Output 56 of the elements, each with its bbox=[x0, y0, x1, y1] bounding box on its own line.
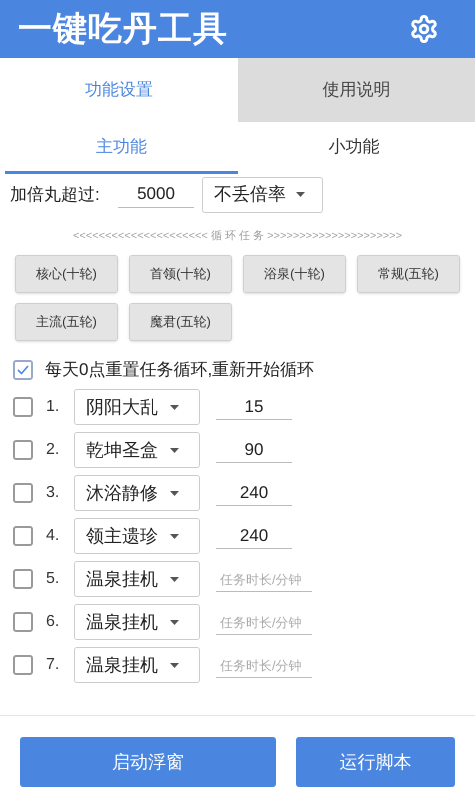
duration-field[interactable]: 240 bbox=[216, 480, 292, 506]
sub-tab[interactable]: 主功能 bbox=[5, 122, 238, 174]
task-number: 5. bbox=[46, 569, 60, 589]
threshold-field[interactable]: 5000 bbox=[118, 181, 194, 208]
action-button[interactable]: 运行脚本 bbox=[296, 737, 455, 787]
checkbox[interactable] bbox=[13, 612, 33, 632]
checkbox[interactable] bbox=[13, 655, 33, 675]
task-dropdown[interactable]: 乾坤圣盒 bbox=[74, 432, 200, 468]
task-number: 6. bbox=[46, 612, 60, 632]
task-dropdown[interactable]: 温泉挂机 bbox=[74, 604, 200, 640]
app-title: 一键吃丹工具 bbox=[18, 8, 228, 50]
check-icon bbox=[16, 363, 30, 377]
caret-icon bbox=[170, 576, 179, 582]
caret-icon bbox=[170, 448, 179, 452]
task-dropdown[interactable]: 领主遗珍 bbox=[74, 518, 200, 554]
settings-icon[interactable] bbox=[409, 14, 439, 44]
caret-icon bbox=[170, 620, 179, 624]
section-divider: <<<<<<<<<<<<<<<<<<<<< 循 环 任 务 >>>>>>>>>>>>>>>>>>>>> bbox=[72, 229, 404, 244]
tab[interactable]: 使用说明 bbox=[238, 58, 475, 122]
preset-button[interactable]: 魔君(五轮) bbox=[129, 303, 232, 341]
duration-field[interactable]: 任务时长/分钟 bbox=[216, 652, 312, 678]
reset-label: 每天0点重置任务循环,重新开始循环 bbox=[45, 359, 314, 382]
task-dropdown[interactable]: 阴阳大乱 bbox=[74, 389, 200, 425]
caret-icon bbox=[170, 662, 179, 668]
duration-field[interactable]: 任务时长/分钟 bbox=[216, 608, 312, 636]
checkbox[interactable] bbox=[13, 360, 33, 380]
checkbox[interactable] bbox=[13, 483, 33, 503]
caret-icon bbox=[170, 404, 179, 410]
duration-field[interactable]: 15 bbox=[216, 394, 292, 420]
preset-button[interactable]: 首领(十轮) bbox=[129, 255, 232, 293]
task-number: 1. bbox=[46, 397, 60, 417]
task-number: 2. bbox=[46, 440, 60, 460]
rate-dropdown[interactable]: 不丢倍率 bbox=[202, 176, 323, 212]
task-dropdown[interactable]: 沐浴静修 bbox=[74, 475, 200, 511]
caret-icon bbox=[170, 490, 179, 496]
task-dropdown[interactable]: 温泉挂机 bbox=[74, 561, 200, 597]
caret-icon bbox=[296, 192, 305, 197]
preset-button[interactable]: 浴泉(十轮) bbox=[243, 255, 346, 293]
preset-button[interactable]: 核心(十轮) bbox=[15, 255, 118, 293]
field-label: 加倍丸超过: bbox=[10, 184, 101, 206]
checkbox[interactable] bbox=[13, 397, 33, 417]
task-number: 7. bbox=[46, 655, 60, 675]
duration-field[interactable]: 任务时长/分钟 bbox=[216, 566, 312, 592]
action-button[interactable]: 启动浮窗 bbox=[20, 737, 276, 787]
preset-button[interactable]: 主流(五轮) bbox=[15, 303, 118, 341]
duration-field[interactable]: 240 bbox=[216, 522, 292, 550]
task-number: 4. bbox=[46, 526, 60, 546]
preset-button[interactable]: 常规(五轮) bbox=[357, 255, 460, 293]
sub-tab[interactable]: 小功能 bbox=[238, 122, 470, 174]
task-dropdown[interactable]: 温泉挂机 bbox=[74, 647, 200, 683]
checkbox[interactable] bbox=[13, 440, 33, 460]
caret-icon bbox=[170, 534, 179, 538]
task-number: 3. bbox=[46, 483, 60, 503]
checkbox[interactable] bbox=[13, 526, 33, 546]
checkbox[interactable] bbox=[13, 569, 33, 589]
duration-field[interactable]: 90 bbox=[216, 436, 292, 464]
